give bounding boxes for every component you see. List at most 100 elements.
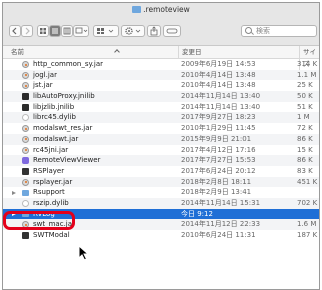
file-name: librc45.dylib (33, 113, 76, 122)
file-row[interactable]: Rsupport 2018年2月9日 13:41 (3, 187, 319, 198)
date-column-header[interactable]: 変更日 (178, 46, 202, 58)
file-date: 2010年4月14日 13:48 (181, 70, 256, 79)
file-row[interactable]: RemoteViewViewer 2017年7月27日 15:53 86 K (3, 155, 319, 166)
chevron-right-icon (25, 27, 30, 35)
file-size: 451 K (297, 177, 318, 186)
arrange-icon (97, 28, 114, 34)
file-row[interactable]: modalswt.jar 2015年9月9日 21:01 86 K (3, 133, 319, 145)
forward-button[interactable] (21, 25, 33, 37)
file-name: SWTModal (33, 231, 70, 239)
column-header: 名前 変更日 サイズ (3, 46, 319, 70)
file-date: 2017年4月12日 17:16 (181, 145, 256, 154)
file-size: 72 K (297, 124, 313, 133)
file-name: rszip.dylib (33, 198, 69, 207)
file-row[interactable]: rsplayer.jar 2018年2月8日 18:11 451 K (3, 176, 319, 188)
file-date: 2009年6月19日 14:53 (181, 60, 256, 68)
search-placeholder: 検索 (256, 27, 270, 35)
column-view-button[interactable] (61, 25, 73, 37)
window-title: .remoteview (143, 5, 190, 14)
file-name: jst.jar (33, 81, 53, 90)
share-button[interactable] (147, 25, 161, 37)
file-date: 2014年11月14日 13:40 (181, 102, 261, 111)
disclosure-triangle-icon[interactable] (12, 190, 16, 195)
file-date: 2017年7月27日 15:53 (181, 156, 256, 165)
file-date: 2014年11月12日 22:33 (181, 220, 261, 229)
jar-file-icon (22, 146, 29, 154)
file-name: libAutoProxy.jnilib (33, 92, 95, 101)
chevron-left-icon (12, 27, 17, 35)
file-name: rsplayer.jar (33, 177, 73, 186)
file-row[interactable]: jst.jar 2010年4月14日 13:48 25 K (3, 80, 319, 91)
title-bar: .remoteview (3, 3, 319, 17)
back-button[interactable] (9, 25, 21, 37)
dylib-file-icon (22, 199, 29, 207)
file-date: 2017年6月24日 20:12 (181, 166, 256, 175)
file-size: 1 M (297, 113, 310, 122)
file-row[interactable]: modalswt_res.jar 2010年1月29日 11:45 72 K (3, 123, 319, 134)
tag-button[interactable] (163, 25, 181, 37)
file-row[interactable]: libjzlib.jnilib 2014年11月14日 13:40 51 K (3, 102, 319, 113)
lib-file-icon (22, 103, 29, 111)
file-size: 187 K (297, 231, 318, 239)
file-date: 2017年9月27日 18:23 (181, 113, 256, 122)
jar-file-icon (22, 178, 29, 186)
file-date: 2014年11月14日 13:40 (181, 92, 261, 101)
file-row[interactable]: libAutoProxy.jnilib 2014年11月14日 13:40 50 K (3, 91, 319, 102)
file-name: jogl.jar (33, 70, 57, 79)
file-row[interactable]: rc45jni.jar 2017年4月12日 17:16 15 K (3, 145, 319, 156)
file-size: 50 K (297, 92, 313, 101)
folder-file-icon (22, 189, 29, 196)
lib-file-icon (22, 93, 29, 101)
file-date: 2010年4月14日 13:48 (181, 81, 256, 90)
file-date: 2018年2月9日 13:41 (181, 188, 252, 197)
file-date: 今日 9:12 (181, 209, 213, 218)
file-date: 2018年2月8日 18:11 (181, 177, 252, 186)
mouse-pointer-icon (78, 245, 90, 261)
action-button[interactable] (121, 25, 145, 37)
finder-window: .remoteview 検索 名前 変更日 サイズ http_common_sy… (2, 2, 320, 290)
grid-icon (40, 28, 46, 34)
file-date: 2010年6月24日 11:31 (181, 231, 256, 239)
app-file-icon (22, 157, 29, 165)
exec-file-icon (22, 167, 29, 175)
jar-file-icon (22, 135, 29, 143)
gear-icon (125, 27, 141, 35)
gallery-view-button[interactable] (73, 25, 89, 37)
file-row[interactable]: RSPlayer 2017年6月24日 20:12 83 K (3, 166, 319, 177)
file-size: 15 K (297, 145, 313, 154)
file-size: 1.1 M (297, 70, 317, 79)
toolbar: 検索 (3, 17, 319, 46)
file-name: RSPlayer (33, 166, 65, 175)
arrange-button[interactable] (93, 25, 119, 37)
share-icon (150, 26, 158, 36)
file-row[interactable]: http_common_sy.jar 2009年6月19日 14:53 314 K (3, 59, 319, 70)
file-name: Rsupport (33, 188, 65, 197)
list-view-button[interactable] (49, 25, 61, 37)
file-name: libjzlib.jnilib (33, 102, 75, 111)
jar-file-icon (22, 82, 29, 90)
file-name: http_common_sy.jar (33, 60, 103, 68)
file-row[interactable]: SWTModal 2010年6月24日 11:31 187 K (3, 230, 319, 241)
file-name: modalswt_res.jar (33, 124, 93, 133)
columns-icon (63, 27, 71, 35)
jar-file-icon (22, 61, 29, 68)
file-row[interactable]: rszip.dylib 2014年11月14日 15:31 702 K (3, 197, 319, 209)
file-size: 83 K (297, 166, 313, 175)
file-row[interactable]: jogl.jar 2010年4月14日 13:48 1.1 M (3, 69, 319, 81)
file-name: RemoteViewViewer (33, 156, 101, 165)
file-date: 2010年1月29日 11:45 (181, 124, 256, 133)
file-size: 702 K (297, 198, 318, 207)
file-size: 314 K (297, 60, 318, 68)
file-size: 1.6 M (297, 220, 317, 229)
exec-file-icon (22, 232, 29, 239)
name-column-header[interactable]: 名前 (11, 46, 24, 58)
search-icon (245, 27, 252, 34)
search-field[interactable]: 検索 (241, 25, 317, 37)
folder-icon (132, 6, 142, 13)
gallery-icon (75, 27, 88, 34)
tag-icon (166, 28, 178, 34)
file-row[interactable]: librc45.dylib 2017年9月27日 18:23 1 M (3, 112, 319, 124)
file-name: rc45jni.jar (33, 145, 69, 154)
highlight-annotation (3, 211, 75, 230)
icon-view-button[interactable] (37, 25, 49, 37)
